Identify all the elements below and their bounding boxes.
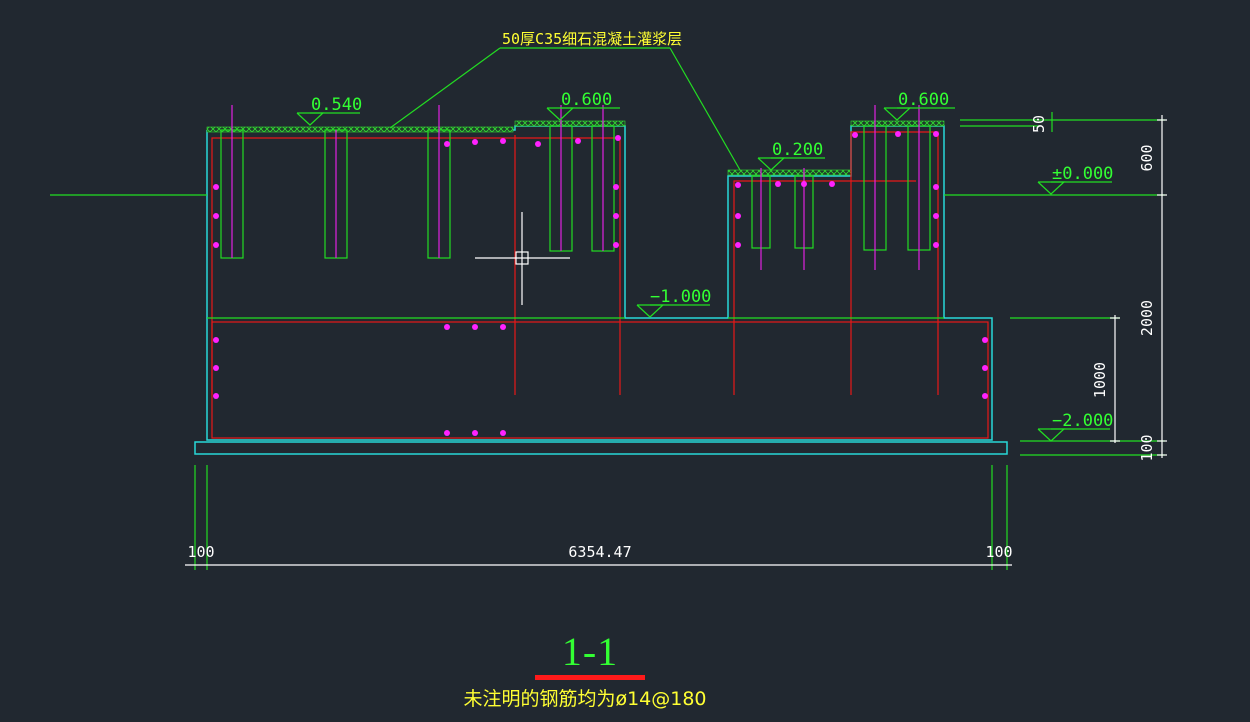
- level-lines: [50, 194, 1165, 456]
- elevation-0200: 0.200: [772, 140, 823, 160]
- rebar-note: 未注明的钢筋均为ø14@180: [463, 688, 707, 710]
- crosshair-cursor[interactable]: [475, 212, 570, 305]
- bolt-pockets: [220, 125, 931, 259]
- elevation-0600-right: 0.600: [898, 90, 949, 110]
- dim-100-bottom-right: 100: [985, 543, 1012, 561]
- grout-layer: [206, 120, 945, 176]
- grout-note: 50厚C35细石混凝土灌浆层: [502, 30, 682, 48]
- dim-total: 6354.47: [568, 543, 631, 561]
- dim-1000: 1000: [1091, 362, 1109, 398]
- elevation-pm0000: ±0.000: [1052, 164, 1113, 184]
- elevation-m2000: −2.000: [1052, 411, 1113, 431]
- elevation-0540: 0.540: [311, 95, 362, 115]
- dim-50-lines: [960, 112, 1165, 132]
- section-title-underline: [535, 675, 645, 680]
- dim-600: 600: [1138, 144, 1156, 171]
- section-title: 1-1: [561, 629, 619, 674]
- dim-2000: 2000: [1138, 300, 1156, 336]
- structure-outline: [194, 125, 1008, 455]
- elevation-0600-left: 0.600: [561, 90, 612, 110]
- rebar-dots: [213, 131, 988, 436]
- rebar-lines: [211, 131, 989, 439]
- elevation-m1000: −1.000: [650, 287, 711, 307]
- dim-100-right: 100: [1138, 434, 1156, 461]
- dim-50: 50: [1030, 115, 1048, 133]
- dim-100-left: 100: [187, 543, 214, 561]
- drawing-canvas[interactable]: 50厚C35细石混凝土灌浆层 0.540 0.600 0.200 0.600 −…: [0, 0, 1250, 722]
